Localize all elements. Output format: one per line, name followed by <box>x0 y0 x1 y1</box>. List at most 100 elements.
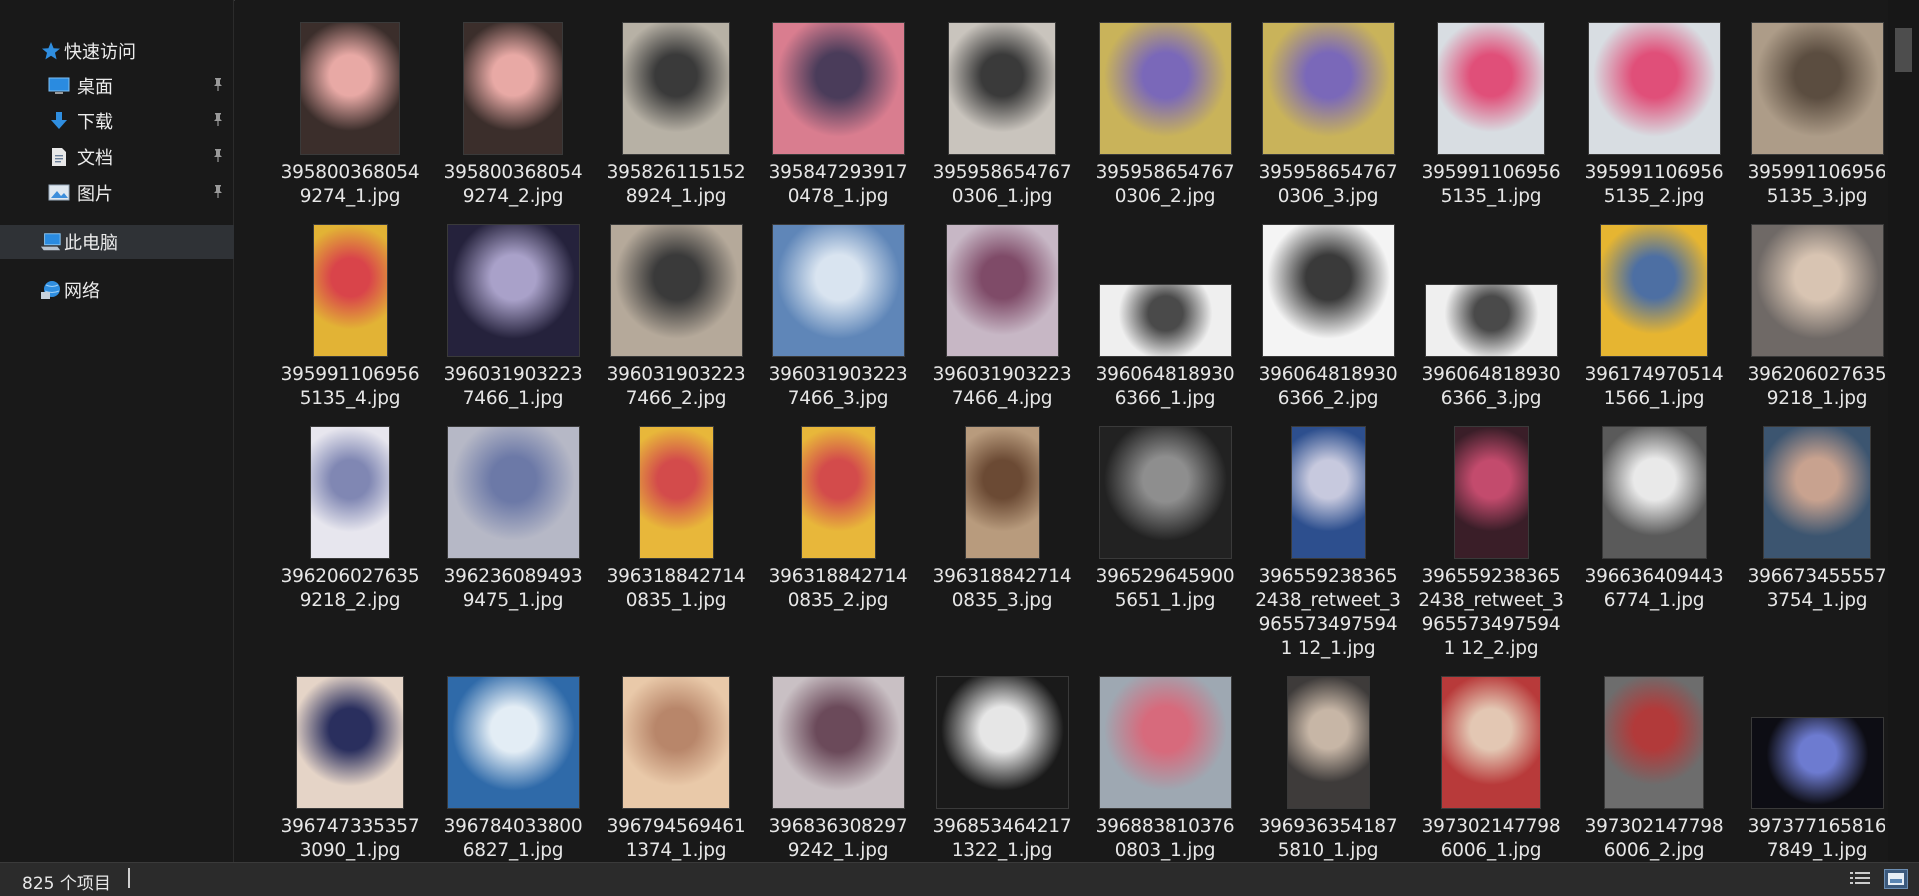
file-name: 3962060276359218_2.jpg <box>280 566 420 611</box>
image-thumbnail <box>1261 22 1395 155</box>
file-name: 3965592383652438_retweet_39655734975941 … <box>1255 566 1401 659</box>
image-thumbnail <box>622 676 730 809</box>
image-thumbnail <box>1098 22 1232 155</box>
file-name: 3973021477986006_2.jpg <box>1584 816 1724 861</box>
sidebar-item-label: 下载 <box>77 112 113 133</box>
sidebar-item-label: 桌面 <box>77 77 113 98</box>
image-thumbnail <box>1098 284 1232 357</box>
scrollbar-thumb[interactable] <box>1895 28 1912 72</box>
file-name: 3959911069565135_1.jpg <box>1421 162 1561 207</box>
file-name: 3967473353573090_1.jpg <box>280 816 420 861</box>
image-thumbnail <box>1261 224 1395 357</box>
image-thumbnail <box>1604 676 1704 809</box>
file-name: 3959911069565135_3.jpg <box>1747 162 1885 207</box>
sidebar-item-label: 网络 <box>64 281 100 302</box>
image-thumbnail <box>296 676 404 809</box>
image-thumbnail <box>1424 284 1558 357</box>
file-name: 3962360894939475_1.jpg <box>443 566 583 611</box>
image-thumbnail <box>1441 676 1541 809</box>
image-thumbnail <box>463 22 563 155</box>
file-name: 3959586547670306_1.jpg <box>932 162 1072 207</box>
file-name: 3959911069565135_4.jpg <box>280 364 420 409</box>
pin-icon[interactable] <box>212 184 224 202</box>
document-icon <box>48 146 70 168</box>
vertical-scrollbar[interactable] <box>1888 0 1919 862</box>
image-thumbnail <box>800 426 876 559</box>
image-thumbnail <box>1750 717 1884 809</box>
image-thumbnail <box>1763 426 1871 559</box>
file-name: 3959586547670306_3.jpg <box>1258 162 1398 207</box>
file-list-view[interactable]: 3958003680549274_1.jpg 3958003680549274_2… <box>235 0 1885 862</box>
file-name: 3968838103760803_1.jpg <box>1095 816 1235 861</box>
file-name: 3973021477986006_1.jpg <box>1421 816 1561 861</box>
image-thumbnail <box>1286 676 1370 809</box>
image-thumbnail <box>1601 426 1707 559</box>
download-icon <box>48 110 70 132</box>
image-thumbnail <box>935 676 1069 809</box>
file-name: 3966364094436774_1.jpg <box>1584 566 1724 611</box>
sidebar-item-label: 此电脑 <box>64 233 118 254</box>
image-thumbnail <box>771 22 905 155</box>
image-thumbnail <box>1453 426 1529 559</box>
image-thumbnail <box>948 22 1056 155</box>
pin-icon[interactable] <box>212 77 224 95</box>
large-icons-view-icon[interactable] <box>1884 869 1908 889</box>
image-thumbnail <box>1600 224 1708 357</box>
image-thumbnail <box>964 426 1040 559</box>
file-name: 3963188427140835_1.jpg <box>606 566 746 611</box>
details-view-icon[interactable] <box>1848 869 1872 889</box>
sidebar-item-network[interactable]: 网络 <box>0 273 234 307</box>
file-name: 3959911069565135_2.jpg <box>1584 162 1724 207</box>
file-name: 3960319032237466_1.jpg <box>443 364 583 409</box>
item-count: 825 个项目 <box>22 874 111 894</box>
image-thumbnail <box>638 426 714 559</box>
star-icon <box>40 40 62 62</box>
image-thumbnail <box>446 426 580 559</box>
file-name: 3958003680549274_2.jpg <box>443 162 583 207</box>
file-name: 3967945694611374_1.jpg <box>606 816 746 861</box>
pin-icon[interactable] <box>212 148 224 166</box>
sidebar-item-label: 文档 <box>77 148 113 169</box>
sidebar-item-this-pc[interactable]: 此电脑 <box>0 225 234 259</box>
image-thumbnail <box>310 426 390 559</box>
sidebar-item-desktop[interactable]: 桌面 <box>0 69 234 103</box>
image-thumbnail <box>1750 224 1884 357</box>
file-name: 3969363541875810_1.jpg <box>1258 816 1398 861</box>
file-name: 3958261151528924_1.jpg <box>606 162 746 207</box>
file-name: 3966734555573754_1.jpg <box>1747 566 1885 611</box>
file-name: 3965592383652438_retweet_39655734975941 … <box>1418 566 1564 659</box>
image-thumbnail <box>622 22 730 155</box>
image-thumbnail <box>300 22 400 155</box>
sidebar-item-downloads[interactable]: 下载 <box>0 104 234 138</box>
file-name: 3973771658167849_1.jpg <box>1747 816 1885 861</box>
file-name: 3959586547670306_2.jpg <box>1095 162 1235 207</box>
image-thumbnail <box>1290 426 1366 559</box>
navigation-pane: 快速访问 桌面 下载 文档 图片 此电脑 网络 <box>0 0 234 862</box>
network-icon <box>40 279 62 301</box>
status-bar: 825 个项目 <box>0 862 1919 896</box>
image-thumbnail <box>771 224 905 357</box>
image-thumbnail <box>1437 22 1545 155</box>
status-separator <box>128 868 130 888</box>
file-name: 3960319032237466_4.jpg <box>932 364 1072 409</box>
file-name: 3958472939170478_1.jpg <box>768 162 908 207</box>
file-name: 3965296459005651_1.jpg <box>1095 566 1235 611</box>
file-name: 3960319032237466_2.jpg <box>606 364 746 409</box>
image-thumbnail <box>609 224 743 357</box>
file-name: 3960648189306366_3.jpg <box>1421 364 1561 409</box>
image-thumbnail <box>312 224 388 357</box>
sidebar-item-label: 图片 <box>77 184 113 205</box>
sidebar-item-pictures[interactable]: 图片 <box>0 176 234 210</box>
computer-icon <box>40 231 62 253</box>
file-name: 3963188427140835_2.jpg <box>768 566 908 611</box>
image-thumbnail <box>771 676 905 809</box>
file-name: 3958003680549274_1.jpg <box>280 162 420 207</box>
pictures-icon <box>48 182 70 204</box>
image-thumbnail <box>1098 676 1232 809</box>
file-name: 3962060276359218_1.jpg <box>1747 364 1885 409</box>
sidebar-item-quick-access[interactable]: 快速访问 <box>0 34 234 68</box>
sidebar-item-label: 快速访问 <box>64 42 136 63</box>
pin-icon[interactable] <box>212 112 224 130</box>
sidebar-item-documents[interactable]: 文档 <box>0 140 234 174</box>
file-name: 3963188427140835_3.jpg <box>932 566 1072 611</box>
